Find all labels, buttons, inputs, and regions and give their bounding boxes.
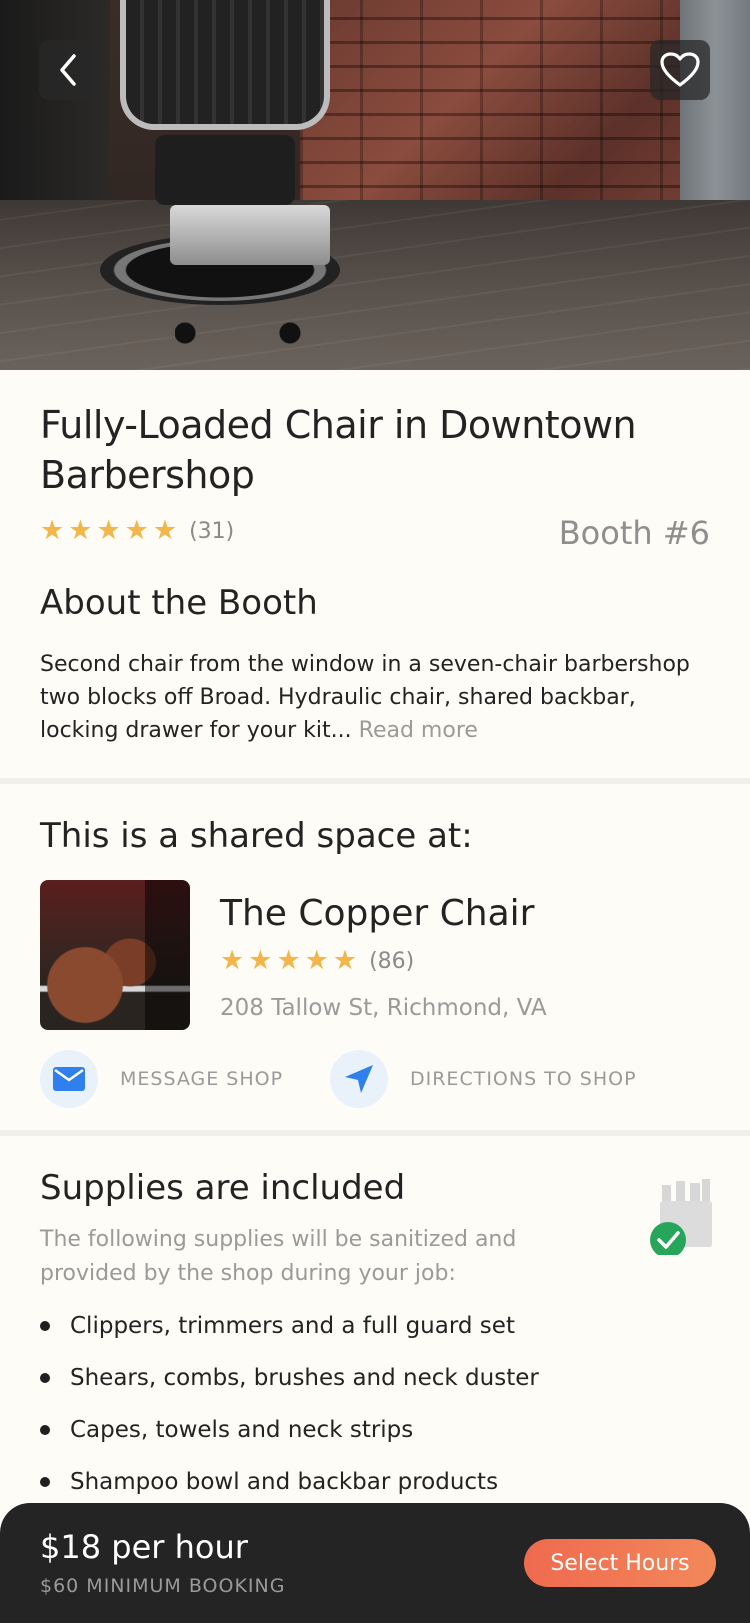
star-icon: ★ xyxy=(96,515,121,546)
list-item: Capes, towels and neck strips xyxy=(40,1404,539,1456)
shared-space-heading: This is a shared space at: xyxy=(40,816,473,856)
minimum-booking: $60 MINIMUM BOOKING xyxy=(40,1575,286,1597)
star-rating: ★ ★ ★ ★ ★ xyxy=(40,516,177,546)
booth-number: Booth #6 xyxy=(558,514,710,552)
select-hours-button[interactable]: Select Hours xyxy=(524,1539,716,1587)
star-icon: ★ xyxy=(332,945,358,976)
star-rating: ★ ★ ★ ★ ★ xyxy=(220,946,357,976)
section-divider xyxy=(0,778,750,784)
star-icon: ★ xyxy=(304,945,329,976)
back-button[interactable] xyxy=(39,40,99,100)
favorite-button[interactable] xyxy=(650,40,710,100)
navigation-arrow-icon xyxy=(345,1065,373,1093)
list-item: Shears, combs, brushes and neck duster xyxy=(40,1352,539,1404)
star-icon: ★ xyxy=(220,945,245,976)
hero-chair-back xyxy=(120,0,330,130)
chevron-left-icon xyxy=(60,54,76,86)
message-icon-circle xyxy=(40,1050,98,1108)
supplies-heading: Supplies are included xyxy=(40,1168,406,1208)
listing-rating: ★ ★ ★ ★ ★ (31) xyxy=(40,516,234,546)
mail-icon xyxy=(53,1067,85,1091)
list-item: Shampoo bowl and backbar products xyxy=(40,1456,539,1508)
listing-title: Fully-Loaded Chair in Downtown Barbersho… xyxy=(40,403,637,497)
about-description: Second chair from the window in a seven-… xyxy=(40,648,720,747)
message-shop-button[interactable]: MESSAGE SHOP xyxy=(40,1050,283,1108)
directions-icon-circle xyxy=(330,1050,388,1108)
shop-address: 208 Tallow St, Richmond, VA xyxy=(220,995,547,1021)
hero-background-left xyxy=(0,0,110,230)
star-icon: ★ xyxy=(152,515,178,546)
supplies-subtitle: The following supplies will be sanitized… xyxy=(40,1227,517,1286)
shop-rating: ★ ★ ★ ★ ★ (86) xyxy=(220,946,414,976)
heart-icon xyxy=(660,52,700,87)
supplies-list: Clippers, trimmers and a full guard set … xyxy=(40,1300,539,1508)
shop-name[interactable]: The Copper Chair xyxy=(220,893,534,934)
directions-button[interactable]: DIRECTIONS TO SHOP xyxy=(330,1050,637,1108)
review-count[interactable]: (31) xyxy=(189,519,234,544)
shop-photo[interactable] xyxy=(40,880,190,1030)
shop-review-count[interactable]: (86) xyxy=(369,949,414,974)
star-icon: ★ xyxy=(40,515,65,546)
directions-label: DIRECTIONS TO SHOP xyxy=(410,1068,637,1090)
read-more-link[interactable]: Read more xyxy=(359,718,478,743)
hero-chair-wheels xyxy=(175,320,305,346)
hero-chair-seat xyxy=(155,135,295,205)
supplies-check-icon xyxy=(650,1179,712,1255)
message-shop-label: MESSAGE SHOP xyxy=(120,1068,284,1090)
hero-photo xyxy=(0,0,750,370)
star-icon: ★ xyxy=(276,945,301,976)
star-icon: ★ xyxy=(68,515,93,546)
list-item: Clippers, trimmers and a full guard set xyxy=(40,1300,539,1352)
hero-chair-footrest xyxy=(170,205,330,265)
section-divider xyxy=(0,1130,750,1136)
star-icon: ★ xyxy=(124,515,149,546)
price-per-hour: $18 per hour xyxy=(40,1528,248,1566)
star-icon: ★ xyxy=(248,945,273,976)
about-heading: About the Booth xyxy=(40,583,318,623)
